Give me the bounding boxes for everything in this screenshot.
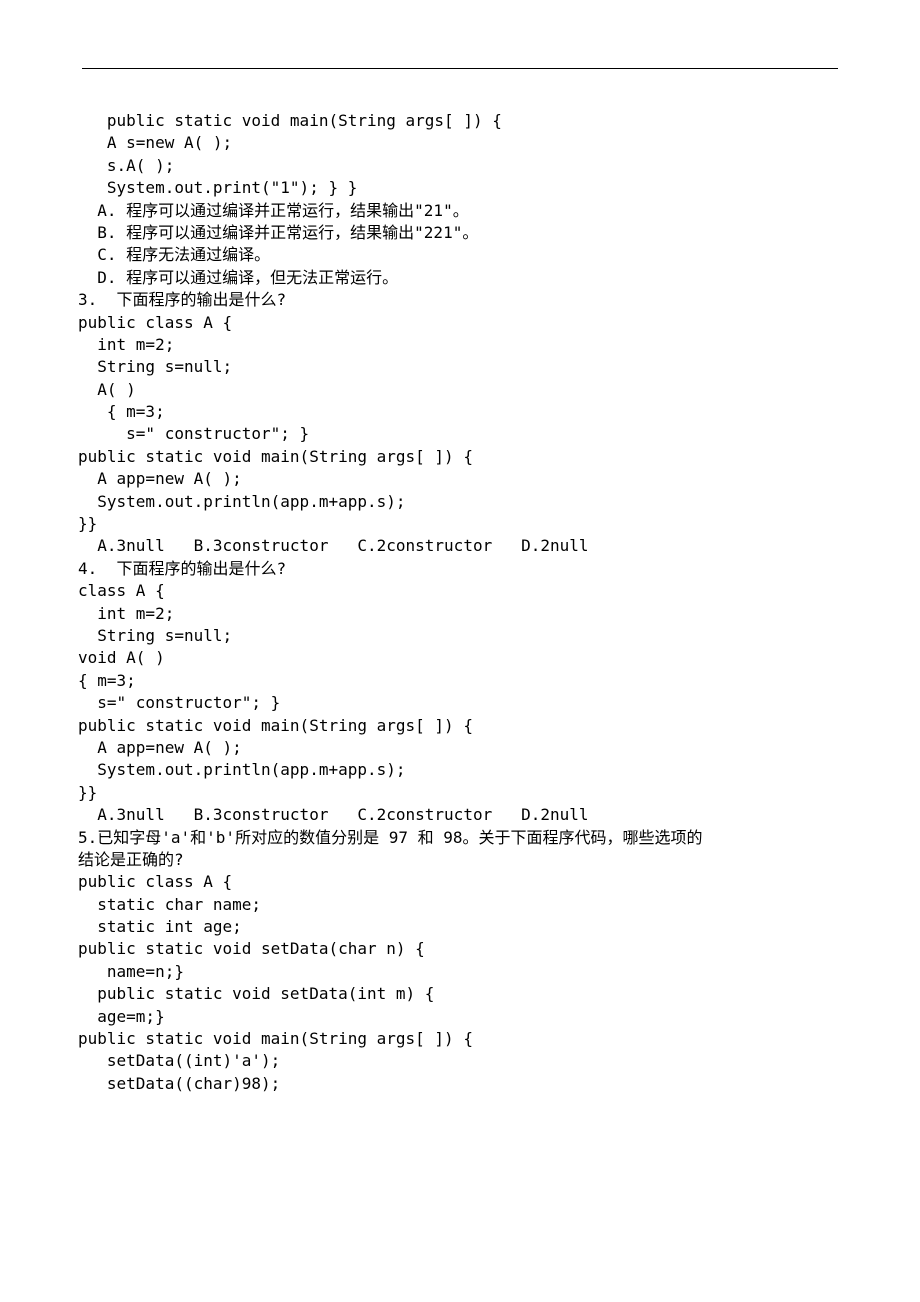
text-line: A app=new A( ); <box>78 468 842 490</box>
page-content: public static void main(String args[ ]) … <box>78 110 842 1095</box>
text-line: }} <box>78 782 842 804</box>
text-line: A. 程序可以通过编译并正常运行，结果输出"21"。 <box>78 200 842 222</box>
text-line: public static void setData(char n) { <box>78 938 842 960</box>
text-line: 3. 下面程序的输出是什么? <box>78 289 842 311</box>
text-line: A.3null B.3constructor C.2constructor D.… <box>78 804 842 826</box>
text-line: name=n;} <box>78 961 842 983</box>
text-line: public static void main(String args[ ]) … <box>78 715 842 737</box>
text-line: }} <box>78 513 842 535</box>
text-line: { m=3; <box>78 401 842 423</box>
text-line: A( ) <box>78 379 842 401</box>
text-line: A app=new A( ); <box>78 737 842 759</box>
text-line: s=" constructor"; } <box>78 692 842 714</box>
text-line: String s=null; <box>78 625 842 647</box>
text-line: D. 程序可以通过编译，但无法正常运行。 <box>78 267 842 289</box>
text-line: int m=2; <box>78 334 842 356</box>
text-line: static char name; <box>78 894 842 916</box>
text-line: B. 程序可以通过编译并正常运行，结果输出"221"。 <box>78 222 842 244</box>
text-line: public static void main(String args[ ]) … <box>78 110 842 132</box>
text-line: static int age; <box>78 916 842 938</box>
document-page: public static void main(String args[ ]) … <box>0 0 920 1302</box>
text-line: System.out.print("1"); } } <box>78 177 842 199</box>
text-line: int m=2; <box>78 603 842 625</box>
text-line: public class A { <box>78 871 842 893</box>
text-line: setData((int)'a'); <box>78 1050 842 1072</box>
text-line: age=m;} <box>78 1006 842 1028</box>
text-line: 4. 下面程序的输出是什么? <box>78 558 842 580</box>
text-line: String s=null; <box>78 356 842 378</box>
text-line: setData((char)98); <box>78 1073 842 1095</box>
text-line: s.A( ); <box>78 155 842 177</box>
text-line: void A( ) <box>78 647 842 669</box>
text-line: public static void main(String args[ ]) … <box>78 446 842 468</box>
text-line: System.out.println(app.m+app.s); <box>78 759 842 781</box>
text-line: A.3null B.3constructor C.2constructor D.… <box>78 535 842 557</box>
text-line: 5.已知字母'a'和'b'所对应的数值分别是 97 和 98。关于下面程序代码，… <box>78 827 842 849</box>
text-line: class A { <box>78 580 842 602</box>
text-line: public class A { <box>78 312 842 334</box>
text-line: C. 程序无法通过编译。 <box>78 244 842 266</box>
text-line: System.out.println(app.m+app.s); <box>78 491 842 513</box>
text-line: public static void setData(int m) { <box>78 983 842 1005</box>
text-line: { m=3; <box>78 670 842 692</box>
header-rule <box>82 68 838 69</box>
text-line: public static void main(String args[ ]) … <box>78 1028 842 1050</box>
text-line: 结论是正确的? <box>78 849 842 871</box>
text-line: s=" constructor"; } <box>78 423 842 445</box>
text-line: A s=new A( ); <box>78 132 842 154</box>
